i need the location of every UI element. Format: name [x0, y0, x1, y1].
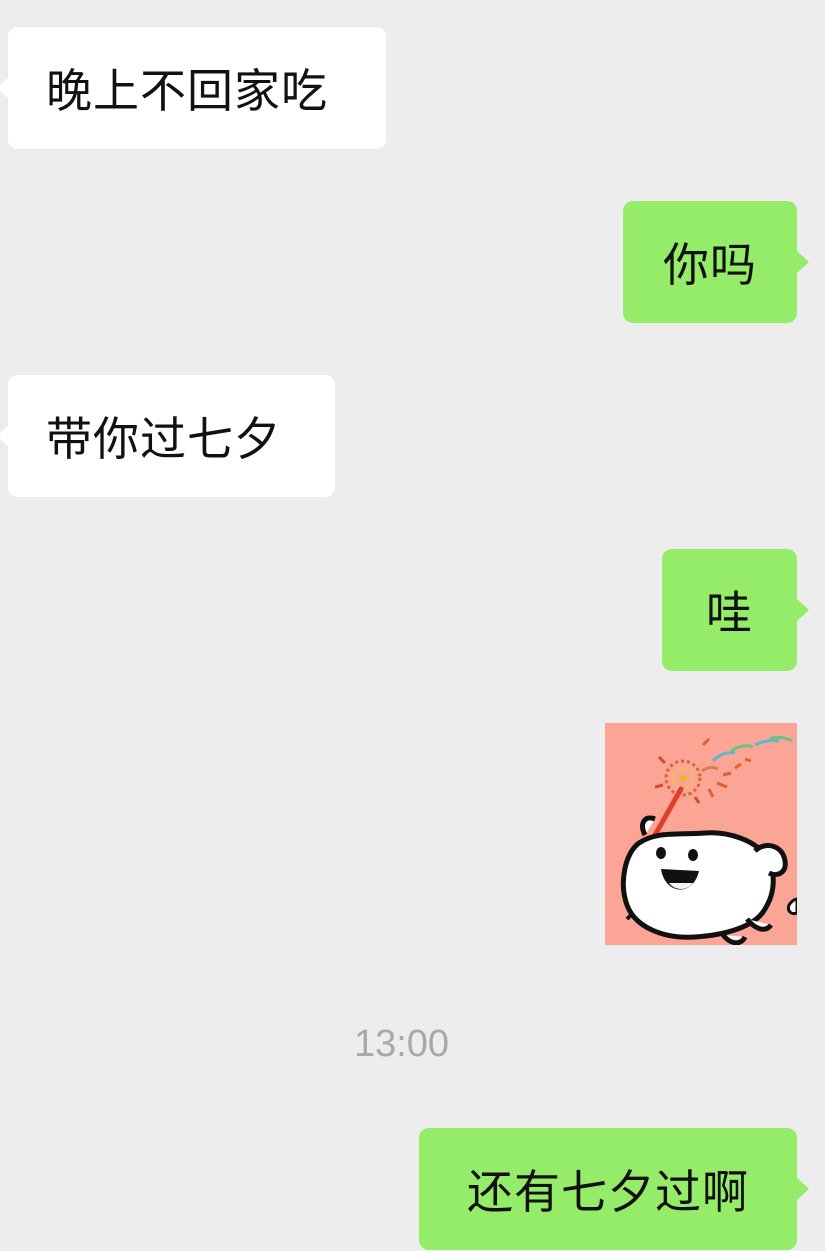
bubble-tail	[797, 251, 809, 273]
message-text: 晚上不回家吃	[46, 64, 328, 118]
outgoing-message-bubble[interactable]: 还有七夕过啊	[419, 1128, 809, 1250]
sticker-image	[605, 723, 797, 945]
outgoing-message-bubble[interactable]: 你吗	[623, 201, 809, 323]
message-text: 你吗	[663, 238, 757, 292]
bubble-tail	[797, 599, 809, 621]
bubble-tail	[0, 425, 9, 447]
incoming-message-bubble[interactable]: 带你过七夕	[0, 375, 335, 497]
message-text: 带你过七夕	[46, 412, 281, 466]
bubble-tail	[797, 1178, 809, 1200]
incoming-message-bubble[interactable]: 晚上不回家吃	[0, 27, 386, 149]
bubble-tail	[0, 77, 9, 99]
outgoing-message-bubble[interactable]: 哇	[662, 549, 809, 671]
message-text: 还有七夕过啊	[467, 1165, 749, 1219]
message-timestamp: 13:00	[353, 1023, 450, 1065]
message-text: 哇	[706, 586, 753, 640]
cartoon-dog-sparkler-sticker[interactable]	[605, 723, 797, 945]
